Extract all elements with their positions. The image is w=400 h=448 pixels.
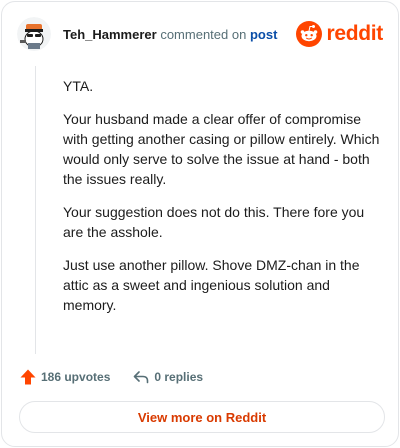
reply-arrow-icon <box>134 371 149 384</box>
embedded-comment-card: Teh_Hammerer commented on post reddit YT… <box>1 1 399 447</box>
thread-line <box>35 66 36 354</box>
snoo-avatar-icon <box>17 17 51 51</box>
author-line: Teh_Hammerer commented on post <box>63 27 277 43</box>
comment-paragraph: Just use another pillow. Shove DMZ-chan … <box>63 257 360 313</box>
view-more-on-reddit-button[interactable]: View more on Reddit <box>19 401 385 433</box>
action-text: commented on <box>160 27 247 42</box>
replies-stat[interactable]: 0 replies <box>132 368 203 386</box>
author-name[interactable]: Teh_Hammerer <box>63 27 157 42</box>
avatar[interactable] <box>17 17 51 51</box>
comment-paragraph: Your suggestion does not do this. There … <box>63 204 365 240</box>
upvotes-stat[interactable]: 186 upvotes <box>19 368 110 386</box>
comment-footer: 186 upvotes 0 replies <box>19 366 203 388</box>
upvotes-count: 186 upvotes <box>41 370 111 384</box>
replies-count: 0 replies <box>154 370 204 384</box>
reddit-logo[interactable]: reddit <box>296 21 383 47</box>
reddit-logo-icon <box>296 21 323 47</box>
comment-header: Teh_Hammerer commented on post reddit <box>2 2 398 66</box>
reddit-wordmark: reddit <box>326 22 383 45</box>
post-link[interactable]: post <box>250 27 277 42</box>
comment-body: YTA. Your husband made a clear offer of … <box>63 76 381 328</box>
upvote-arrow-icon <box>20 369 36 385</box>
comment-paragraph: YTA. <box>63 78 94 94</box>
comment-paragraph: Your husband made a clear offer of compr… <box>63 111 380 187</box>
